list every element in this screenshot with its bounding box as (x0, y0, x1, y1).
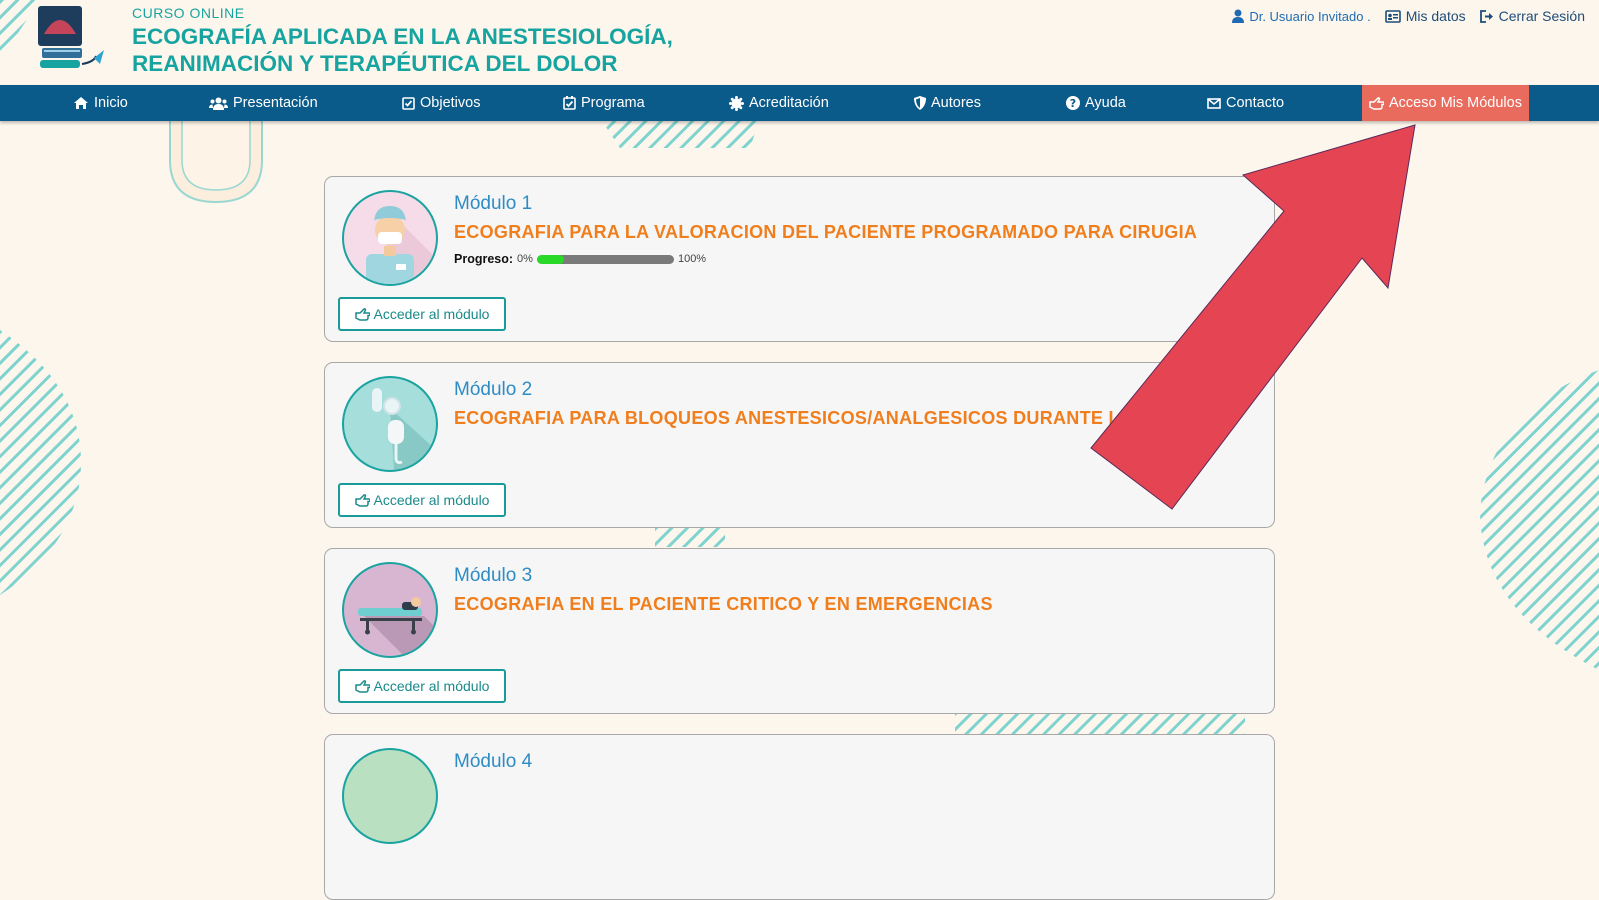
check-square-icon (402, 96, 415, 110)
svg-text:?: ? (1070, 97, 1076, 110)
module-4-image (342, 748, 438, 844)
nav-objetivos[interactable]: Objetivos (402, 85, 480, 121)
decorative-stripes-bottom (955, 712, 1245, 734)
module-card-4: Módulo 4 (324, 734, 1275, 900)
progress-max: 100% (677, 253, 707, 265)
hand-pointer-icon (1369, 96, 1384, 110)
nav-autores[interactable]: Autores (914, 85, 981, 121)
ultrasound-machine-icon (38, 6, 104, 68)
nav-ayuda[interactable]: ? Ayuda (1066, 85, 1126, 121)
acceder-modulo-1-button[interactable]: Acceder al módulo (338, 297, 506, 331)
stretcher-icon (342, 562, 438, 658)
button-label: Acceder al módulo (373, 306, 490, 322)
nav-acceso-mis-modulos[interactable]: Acceso Mis Módulos (1362, 85, 1529, 121)
module-title: ECOGRAFIA EN EL PACIENTE CRITICO Y EN EM… (454, 594, 993, 614)
nav-acreditacion[interactable]: Acreditación (729, 85, 829, 121)
acceder-modulo-2-button[interactable]: Acceder al módulo (338, 483, 506, 517)
main-navbar: Inicio Presentación Objetivos Programa A… (0, 85, 1599, 121)
hand-pointer-icon (354, 679, 370, 693)
hand-pointer-icon (354, 307, 370, 321)
nav-label: Ayuda (1085, 95, 1126, 111)
course-title-line-2: REANIMACIÓN Y TERAPÉUTICA DEL DOLOR (132, 51, 618, 76)
nav-label: Objetivos (420, 95, 481, 111)
envelope-icon (1207, 97, 1221, 109)
cerrar-sesion-label: Cerrar Sesión (1498, 8, 1585, 24)
sign-out-icon (1479, 9, 1493, 23)
nav-label: Programa (581, 95, 645, 111)
decorative-stripes-left (0, 330, 81, 595)
nav-label: Inicio (94, 95, 128, 111)
mis-datos-link[interactable]: Mis datos (1384, 8, 1466, 24)
decorative-stripes-top (600, 118, 760, 148)
course-title: ECOGRAFÍA APLICADA EN LA ANESTESIOLOGÍA,… (132, 23, 673, 77)
nav-label: Contacto (1226, 95, 1285, 111)
course-label: CURSO ONLINE (132, 5, 245, 21)
users-icon (209, 97, 228, 110)
hand-pointer-icon (354, 493, 370, 507)
cerrar-sesion-link[interactable]: Cerrar Sesión (1479, 8, 1585, 24)
user-menu: Dr. Usuario Invitado . Mis datos Cerrar … (1218, 8, 1585, 24)
module-number: Módulo 3 (454, 565, 533, 586)
home-icon (74, 97, 88, 109)
calendar-check-icon (563, 96, 576, 110)
nav-programa[interactable]: Programa (563, 85, 645, 121)
certificate-icon (729, 95, 744, 111)
decorative-stripes-mid (655, 527, 725, 547)
nav-inicio[interactable]: Inicio (73, 85, 128, 121)
module-card-3: Módulo 3 ECOGRAFIA EN EL PACIENTE CRITIC… (324, 548, 1275, 714)
annotation-arrow-icon (1090, 124, 1416, 510)
oxygen-mask-icon (342, 376, 438, 472)
module-number: Módulo 4 (454, 751, 533, 772)
nav-label: Presentación (233, 95, 318, 111)
user-icon (1232, 9, 1245, 23)
progress-label: Progreso: (454, 252, 514, 266)
nav-label: Acreditación (749, 95, 829, 111)
nav-contacto[interactable]: Contacto (1207, 85, 1284, 121)
question-circle-icon: ? (1066, 96, 1080, 110)
decorative-stripes-right (1480, 370, 1599, 670)
mis-datos-label: Mis datos (1405, 8, 1466, 24)
button-label: Acceder al módulo (373, 678, 490, 694)
nav-label: Autores (931, 95, 981, 111)
module-progress: Progreso: 0% 100% (454, 252, 706, 266)
nav-presentacion[interactable]: Presentación (209, 85, 318, 121)
user-name: Dr. Usuario Invitado . (1249, 8, 1371, 24)
doctor-icon (342, 190, 438, 286)
nav-label: Acceso Mis Módulos (1389, 95, 1522, 111)
site-header: CURSO ONLINE ECOGRAFÍA APLICADA EN LA AN… (0, 0, 1599, 85)
user-name-link[interactable]: Dr. Usuario Invitado . (1232, 8, 1371, 24)
button-label: Acceder al módulo (373, 492, 490, 508)
module-number: Módulo 1 (454, 193, 533, 214)
module-title: ECOGRAFIA PARA LA VALORACION DEL PACIENT… (454, 222, 1198, 242)
id-card-icon (1384, 9, 1401, 23)
progress-bar (536, 254, 674, 264)
progress-min: 0% (517, 253, 533, 265)
shield-icon (914, 96, 926, 110)
course-title-line-1: ECOGRAFÍA APLICADA EN LA ANESTESIOLOGÍA, (132, 24, 673, 49)
decorative-capsule (169, 120, 263, 204)
acceder-modulo-3-button[interactable]: Acceder al módulo (338, 669, 506, 703)
module-number: Módulo 2 (454, 379, 533, 400)
progress-bar-fill (536, 254, 565, 264)
